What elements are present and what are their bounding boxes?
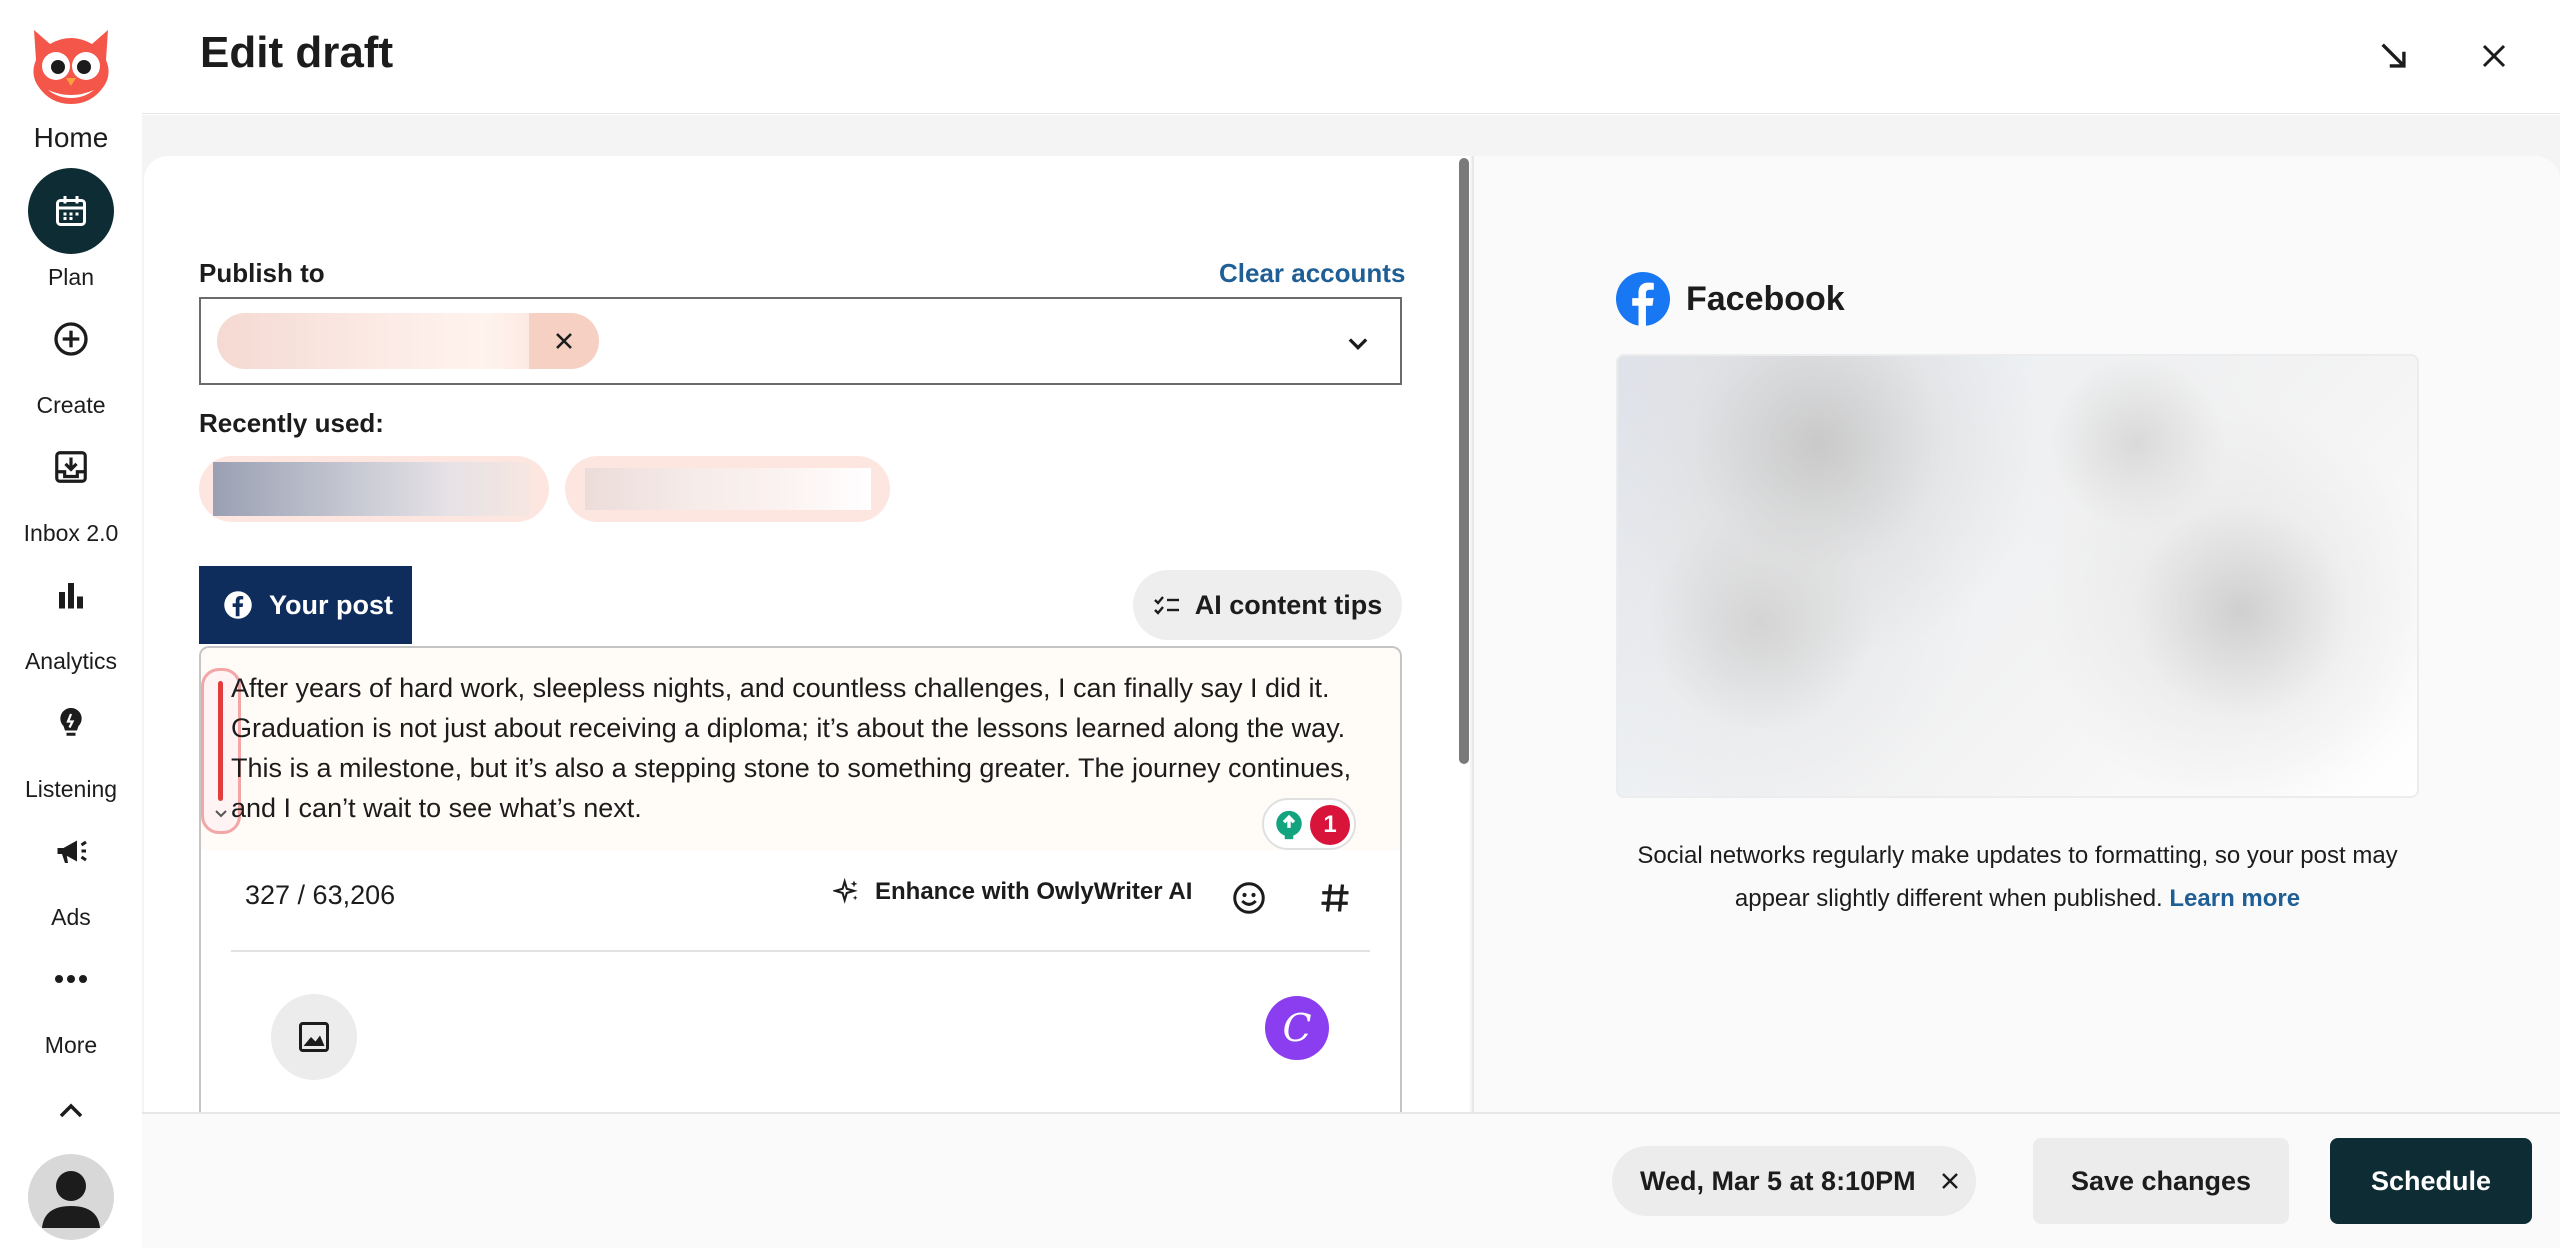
page-title: Edit draft [200, 28, 394, 77]
home-label[interactable]: Home [0, 122, 142, 154]
save-changes-button[interactable]: Save changes [2033, 1138, 2289, 1224]
sidebar-item-label: Inbox 2.0 [23, 520, 119, 546]
preview-network-header: Facebook [1616, 272, 1845, 326]
preview-image [1616, 354, 2419, 798]
enhance-label: Enhance with OwlyWriter AI [875, 878, 1193, 905]
enhance-owlywriter-button[interactable]: Enhance with OwlyWriter AI [833, 878, 1192, 906]
remove-account-button[interactable] [529, 313, 599, 369]
recently-used-label: Recently used: [199, 408, 384, 438]
sparkle-icon [833, 878, 858, 904]
chevron-down-icon [215, 810, 227, 818]
sidebar-item-analytics[interactable]: Analytics [0, 552, 142, 675]
sidebar-item-label: Plan [47, 264, 95, 290]
post-editor: After years of hard work, sleepless nigh… [199, 646, 1402, 1116]
emoji-icon[interactable] [1231, 880, 1267, 916]
ellipsis-icon [28, 936, 114, 1022]
chevron-up-icon[interactable] [55, 1098, 87, 1122]
close-icon[interactable] [2468, 30, 2520, 82]
arrow-diagonal-icon[interactable] [2368, 30, 2420, 82]
recent-account-chip[interactable] [565, 456, 890, 522]
user-avatar-icon[interactable] [28, 1154, 114, 1240]
publish-to-label: Publish to [199, 258, 325, 288]
canva-icon: C [1282, 1006, 1312, 1050]
tab-label: Your post [269, 589, 393, 620]
inbox-icon [28, 424, 114, 510]
sidebar-item-label: Create [36, 392, 106, 418]
close-icon[interactable] [1938, 1169, 1962, 1193]
plus-circle-icon [28, 296, 114, 382]
sidebar-item-listening[interactable]: Listening [0, 680, 142, 803]
facebook-icon [1616, 272, 1670, 326]
sidebar-item-label: Ads [51, 904, 91, 930]
dialog-header: Edit draft [142, 0, 2560, 114]
lightbulb-icon [28, 680, 114, 766]
checklist-icon [1153, 596, 1179, 615]
schedule-date: Wed, Mar 5 at 8:10PM [1640, 1165, 1916, 1196]
sidebar-item-inbox[interactable]: Inbox 2.0 [0, 424, 142, 547]
sidebar-item-label: Listening [24, 776, 118, 802]
schedule-button[interactable]: Schedule [2330, 1138, 2532, 1224]
ai-tips-label: AI content tips [1194, 589, 1383, 620]
schedule-date-chip[interactable]: Wed, Mar 5 at 8:10PM [1612, 1146, 1976, 1216]
sidebar-item-label: More [44, 1032, 98, 1058]
megaphone-icon [28, 808, 114, 894]
grammar-issue-count: 1 [1310, 805, 1350, 845]
sidebar-item-ads[interactable]: Ads [0, 808, 142, 931]
calendar-icon [28, 168, 114, 254]
hashtag-icon[interactable] [1317, 880, 1353, 916]
preview-note: Social networks regularly make updates t… [1616, 834, 2419, 920]
selected-account-chip [217, 313, 599, 369]
grammar-assistant-icon [1276, 810, 1302, 840]
image-icon [299, 1022, 329, 1052]
scrollbar-thumb[interactable] [1459, 158, 1469, 764]
publish-to-select[interactable] [199, 297, 1402, 385]
grammar-check-badge[interactable]: 1 [1262, 798, 1356, 850]
sidebar-item-more[interactable]: More [0, 936, 142, 1059]
sidebar: Home Plan Create Inbox 2.0 Analytics Lis… [0, 0, 142, 1248]
sidebar-item-plan[interactable]: Plan [0, 168, 142, 291]
close-icon [556, 333, 572, 349]
ai-content-tips-button[interactable]: AI content tips [1133, 570, 1402, 640]
bar-chart-icon [28, 552, 114, 638]
owl-logo[interactable] [26, 24, 116, 108]
tab-your-post[interactable]: Your post [199, 566, 412, 644]
sidebar-item-create[interactable]: Create [0, 296, 142, 419]
facebook-icon [224, 591, 252, 619]
sidebar-item-label: Analytics [24, 648, 118, 674]
learn-more-link[interactable]: Learn more [2169, 885, 2300, 912]
chevron-down-icon [1344, 329, 1372, 357]
editor-toolbar: 327 / 63,206 Enhance with OwlyWriter AI [201, 870, 1400, 926]
clear-accounts-link[interactable]: Clear accounts [1219, 258, 1405, 289]
add-media-button[interactable] [271, 994, 357, 1080]
preview-network-name: Facebook [1686, 279, 1845, 318]
canva-button[interactable]: C [1265, 996, 1329, 1060]
post-text[interactable]: After years of hard work, sleepless nigh… [231, 668, 1361, 828]
recent-account-chip[interactable] [199, 456, 549, 522]
character-count: 327 / 63,206 [245, 880, 396, 910]
editor-divider [231, 950, 1370, 952]
